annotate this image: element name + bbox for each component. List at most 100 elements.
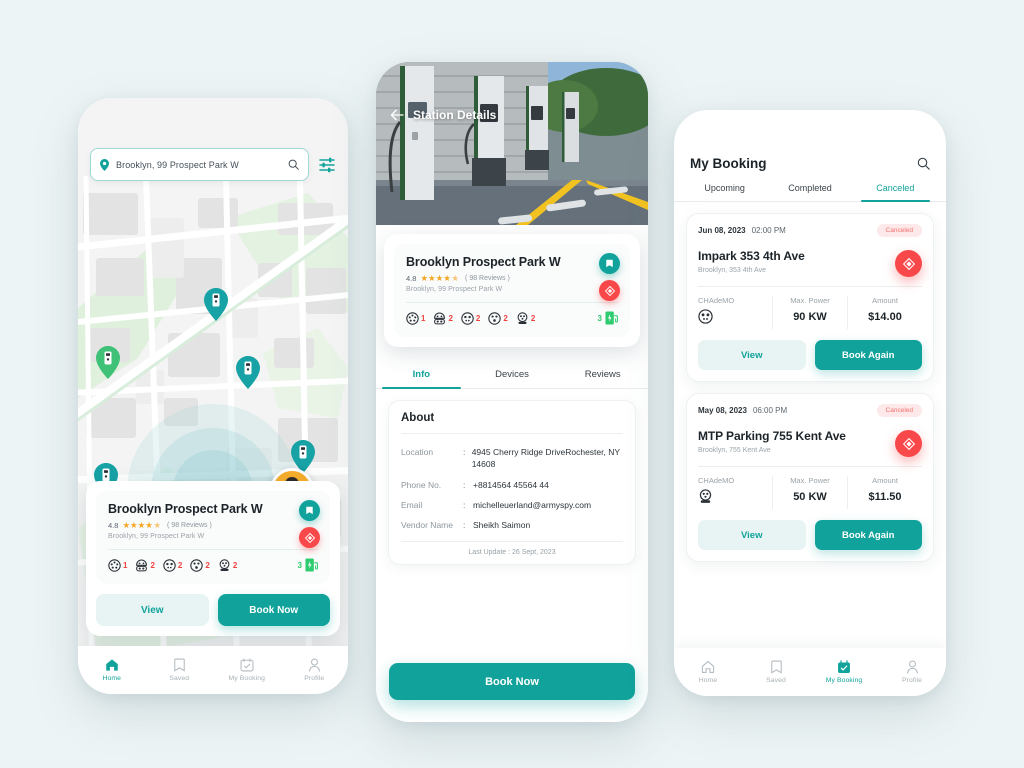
bookmark-button[interactable]	[599, 253, 620, 274]
tab-my-booking[interactable]: My Booking	[213, 658, 281, 682]
directions-button[interactable]	[299, 527, 320, 548]
phone-station-details-screen: Station Details Brooklyn Prospect Park W…	[376, 62, 648, 722]
location-pin-icon	[100, 158, 109, 171]
connector-count: 2	[150, 560, 155, 570]
connector-gbt-icon	[699, 489, 712, 503]
map-pin-station[interactable]	[236, 356, 260, 389]
tab-saved[interactable]: Saved	[146, 658, 214, 682]
tab-completed[interactable]: Completed	[767, 183, 852, 201]
charging-station-icon	[605, 311, 618, 325]
station-info-card: Brooklyn Prospect Park W 4.8 ★★★★ ★ ( 98 …	[384, 234, 640, 347]
map-pin-station[interactable]	[96, 346, 120, 379]
book-now-button[interactable]: Book Now	[217, 594, 330, 626]
star-rating-icon: ★★★★ ★	[420, 273, 460, 284]
directions-button[interactable]	[895, 430, 922, 457]
tab-home[interactable]: Home	[674, 660, 742, 684]
connector-item[interactable]: 2	[433, 312, 453, 325]
booking-station-name: Impark 353 4th Ave	[698, 249, 805, 263]
rating-value: 4.8	[108, 521, 119, 530]
stat-connector: CHAdeMO	[698, 476, 772, 509]
status-badge: Canceled	[876, 224, 922, 237]
connector-item[interactable]: 2	[218, 558, 237, 572]
connector-list: 1 2 2 2 2 3	[406, 311, 618, 325]
filter-sliders-icon[interactable]	[318, 156, 336, 174]
about-row-email: Email : michelleuerland@armyspy.com	[401, 495, 623, 515]
stat-label: Amount	[872, 476, 898, 485]
tab-devices[interactable]: Devices	[467, 369, 558, 388]
connector-item[interactable]: 1	[108, 558, 127, 572]
connector-count: 1	[421, 313, 426, 323]
tab-upcoming[interactable]: Upcoming	[682, 183, 767, 201]
phone-map-screen: Brooklyn, 99 Prospect Park W Brooklyn Pr…	[78, 98, 348, 694]
directions-icon	[902, 257, 915, 270]
available-count: 3	[297, 560, 302, 570]
search-icon[interactable]	[288, 159, 299, 170]
about-card: About Location : 4945 Cherry Ridge Drive…	[388, 400, 636, 565]
tab-my-booking[interactable]: My Booking	[810, 660, 878, 684]
directions-button[interactable]	[895, 250, 922, 277]
card-divider	[406, 302, 618, 303]
tab-saved[interactable]: Saved	[742, 660, 810, 684]
availability: 3	[298, 558, 318, 572]
search-input[interactable]: Brooklyn, 99 Prospect Park W	[90, 148, 309, 181]
booking-meta: Jun 08, 2023 02:00 PM Canceled	[698, 224, 922, 237]
connector-item[interactable]: 2	[488, 311, 508, 325]
bookmark-icon	[174, 658, 185, 672]
about-value: 4945 Cherry Ridge DriveRochester, NY 146…	[471, 447, 620, 470]
about-row-vendor: Vendor Name : Sheikh Saimon	[401, 515, 623, 535]
card-actions	[299, 500, 320, 548]
bookmark-button[interactable]	[299, 500, 320, 521]
connector-item[interactable]: 1	[406, 311, 426, 325]
booking-station-address: Brooklyn, 353 4th Ave	[698, 267, 766, 274]
about-value: michelleuerland@armyspy.com	[473, 499, 592, 510]
arrow-left-icon[interactable]	[390, 109, 404, 121]
directions-button[interactable]	[599, 280, 620, 301]
book-again-button[interactable]: Book Again	[814, 340, 922, 370]
stat-connector: CHAdeMO	[698, 296, 772, 329]
connector-item[interactable]: 2	[190, 558, 210, 572]
about-separator: :	[463, 447, 466, 457]
directions-icon	[902, 437, 915, 450]
tab-label: Saved	[169, 675, 190, 682]
tab-info[interactable]: Info	[376, 369, 467, 389]
available-count: 3	[597, 313, 602, 323]
view-button[interactable]: View	[698, 520, 806, 550]
view-button[interactable]: View	[698, 340, 806, 370]
tab-profile[interactable]: Profile	[281, 658, 349, 682]
reviews-count: ( 98 Reviews )	[465, 275, 510, 282]
connector-count: 2	[475, 313, 481, 323]
booking-time: 02:00 PM	[751, 226, 786, 235]
stat-max-power: Max. Power 90 KW	[772, 296, 847, 329]
search-icon[interactable]	[917, 157, 930, 170]
station-name: Brooklyn Prospect Park W	[108, 502, 263, 516]
connector-count: 2	[205, 560, 210, 570]
tab-reviews[interactable]: Reviews	[557, 369, 648, 388]
tab-profile[interactable]: Profile	[878, 660, 946, 684]
booking-header: My Booking	[674, 110, 946, 171]
connector-item[interactable]: 2	[461, 311, 481, 325]
book-again-button[interactable]: Book Again	[814, 520, 922, 550]
calendar-icon	[240, 658, 254, 672]
search-input-value: Brooklyn, 99 Prospect Park W	[116, 159, 239, 170]
stat-value: $14.00	[868, 311, 902, 323]
connector-item[interactable]: 2	[163, 558, 182, 572]
about-separator: :	[463, 499, 466, 510]
connector-chademo-icon	[461, 311, 474, 325]
connector-list: 1 2 2 2 2 3	[108, 558, 318, 572]
connector-chademo-icon	[698, 309, 713, 324]
stat-amount: Amount $14.00	[847, 296, 922, 329]
ev-chargers-photo	[376, 62, 648, 225]
connector-chademo-icon	[163, 558, 176, 572]
book-now-button[interactable]: Book Now	[389, 663, 635, 700]
connector-type2-icon	[406, 311, 419, 325]
page-title: Station Details	[413, 108, 497, 122]
tab-home[interactable]: Home	[78, 658, 146, 682]
map-pin-station[interactable]	[204, 288, 228, 321]
connector-item[interactable]: 2	[516, 311, 535, 325]
person-icon	[906, 660, 918, 674]
directions-icon	[604, 285, 615, 296]
connector-item[interactable]: 2	[135, 559, 155, 572]
tab-canceled[interactable]: Canceled	[853, 183, 938, 202]
connector-count: 2	[503, 313, 508, 323]
view-button[interactable]: View	[96, 594, 209, 626]
